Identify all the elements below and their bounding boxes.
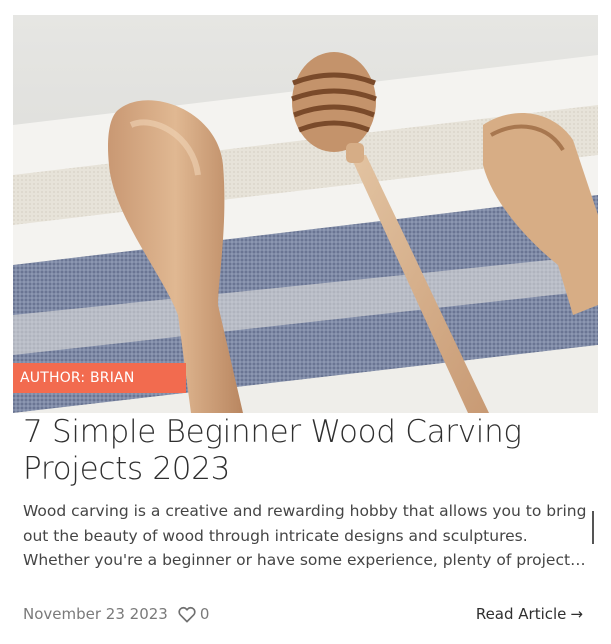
read-article-label: Read Article [475,605,567,623]
article-card: AUTHOR: BRIAN 7 Simple Beginner Wood Car… [0,0,611,644]
wooden-utensils-photo [13,15,598,413]
heart-outline-icon [178,606,196,622]
article-title[interactable]: 7 Simple Beginner Wood Carving Projects … [23,414,583,488]
author-badge[interactable]: AUTHOR: BRIAN [13,363,186,393]
like-count: 0 [199,605,210,623]
article-meta: November 23 2023 0 [23,603,209,625]
article-thumbnail[interactable] [13,15,598,413]
read-article-link[interactable]: Read Article → [476,603,583,625]
like-button[interactable]: 0 [178,605,210,623]
excerpt-scrollbar[interactable] [592,511,594,544]
article-excerpt: Wood carving is a creative and rewarding… [23,502,587,569]
publish-date: November 23 2023 [23,605,168,623]
arrow-right-icon: → [570,605,583,623]
